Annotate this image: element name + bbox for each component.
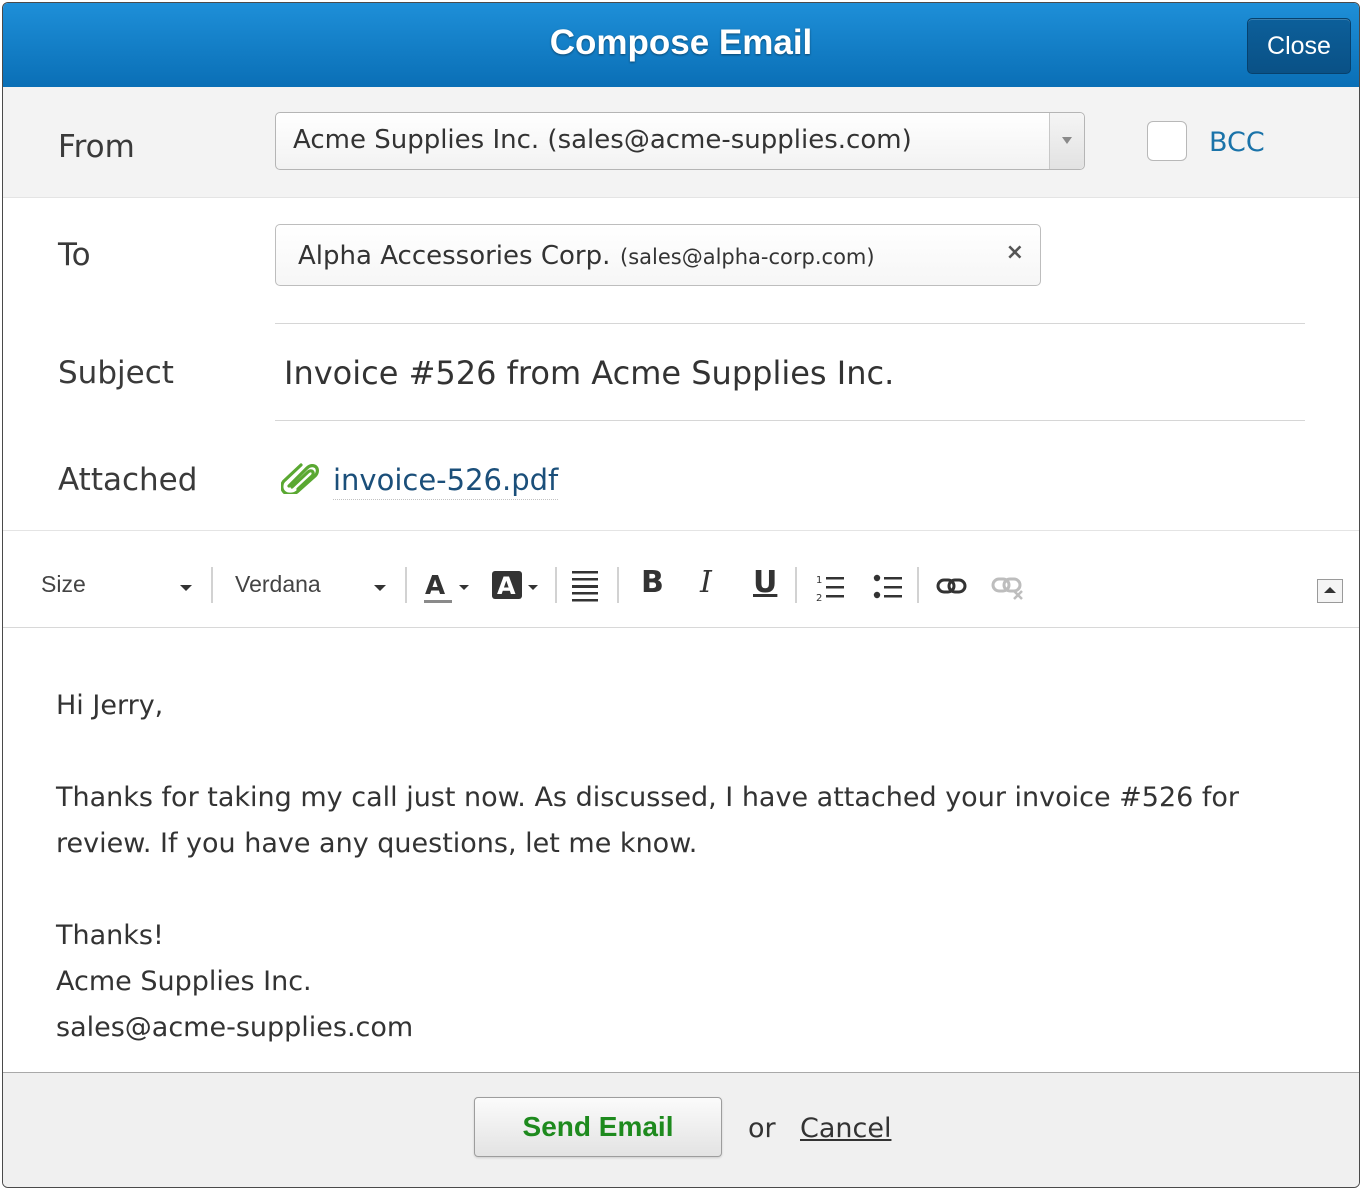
recipient-email: (sales@alpha-corp.com)	[620, 245, 875, 269]
text-color-button[interactable]: A	[423, 569, 475, 609]
toolbar-separator	[617, 567, 619, 603]
message-body[interactable]: Hi Jerry, Thanks for taking my call just…	[56, 683, 1316, 1051]
divider	[275, 323, 1305, 324]
paperclip-icon	[280, 460, 319, 498]
attached-label: Attached	[58, 462, 198, 498]
chevron-up-icon	[1324, 587, 1336, 593]
cancel-link[interactable]: Cancel	[800, 1113, 891, 1144]
to-recipient-token[interactable]: Alpha Accessories Corp. (sales@alpha-cor…	[275, 224, 1041, 286]
numbered-list-icon: 1 2	[816, 575, 844, 604]
chevron-down-icon	[180, 585, 192, 591]
subject-label: Subject	[58, 355, 174, 391]
body-greeting: Hi Jerry,	[56, 690, 164, 721]
editor-toolbar: Size Verdana A A B I U 1 2	[3, 530, 1359, 628]
toolbar-separator	[917, 567, 919, 603]
from-selected-value: Acme Supplies Inc. (sales@acme-supplies.…	[293, 125, 912, 155]
body-line: Thanks for taking my call just now. As d…	[56, 782, 1240, 813]
italic-button[interactable]: I	[700, 565, 712, 600]
close-button[interactable]: Close	[1247, 18, 1351, 74]
underline-button[interactable]: U	[753, 565, 777, 600]
or-text: or	[748, 1113, 776, 1144]
svg-text:2: 2	[816, 593, 822, 603]
bcc-checkbox[interactable]	[1147, 121, 1187, 161]
divider	[275, 420, 1305, 421]
svg-text:A: A	[497, 572, 516, 600]
signature-email: sales@acme-supplies.com	[56, 1012, 414, 1043]
dialog-header: Compose Email Close	[3, 3, 1359, 88]
remove-link-button[interactable]	[991, 575, 1025, 605]
bold-button[interactable]: B	[641, 565, 664, 600]
toolbar-separator	[405, 567, 407, 603]
link-icon	[936, 578, 967, 594]
subject-input[interactable]: Invoice #526 from Acme Supplies Inc.	[284, 354, 894, 392]
recipient-name: Alpha Accessories Corp.	[298, 241, 611, 271]
font-family-label: Verdana	[235, 571, 321, 597]
body-thanks: Thanks!	[56, 920, 164, 951]
unlink-icon	[991, 577, 1023, 600]
from-row: From Acme Supplies Inc. (sales@acme-supp…	[3, 87, 1359, 198]
from-select[interactable]: Acme Supplies Inc. (sales@acme-supplies.…	[275, 112, 1085, 170]
toolbar-separator	[211, 567, 213, 603]
signature-name: Acme Supplies Inc.	[56, 966, 312, 997]
compose-email-dialog: Compose Email Close From Acme Supplies I…	[2, 2, 1360, 1188]
font-size-label: Size	[41, 571, 86, 597]
insert-link-button[interactable]	[936, 575, 968, 603]
dialog-footer: Send Email or Cancel	[3, 1072, 1359, 1187]
highlight-color-button[interactable]: A	[492, 569, 546, 609]
align-button[interactable]	[570, 569, 600, 609]
bullet-list-icon	[873, 574, 902, 599]
align-justify-icon	[572, 571, 598, 602]
body-line: review. If you have any questions, let m…	[56, 828, 698, 859]
text-color-icon: A	[424, 571, 469, 603]
remove-recipient-icon[interactable]: ×	[1006, 240, 1024, 265]
toolbar-separator	[795, 567, 797, 603]
collapse-toolbar-button[interactable]	[1317, 579, 1343, 603]
bullet-list-button[interactable]	[873, 573, 903, 607]
chevron-down-icon	[374, 585, 386, 591]
dropdown-arrow-icon[interactable]	[1049, 113, 1084, 169]
dialog-title: Compose Email	[549, 23, 813, 62]
numbered-list-button[interactable]: 1 2	[816, 573, 846, 607]
toolbar-separator	[555, 567, 557, 603]
svg-text:1: 1	[816, 575, 822, 586]
attachment-link[interactable]: invoice-526.pdf	[333, 463, 559, 500]
from-label: From	[58, 129, 135, 165]
bcc-label[interactable]: BCC	[1209, 127, 1265, 158]
svg-text:A: A	[425, 571, 445, 601]
to-label: To	[58, 237, 91, 273]
send-email-button[interactable]: Send Email	[474, 1097, 722, 1157]
highlight-color-icon: A	[492, 571, 538, 600]
